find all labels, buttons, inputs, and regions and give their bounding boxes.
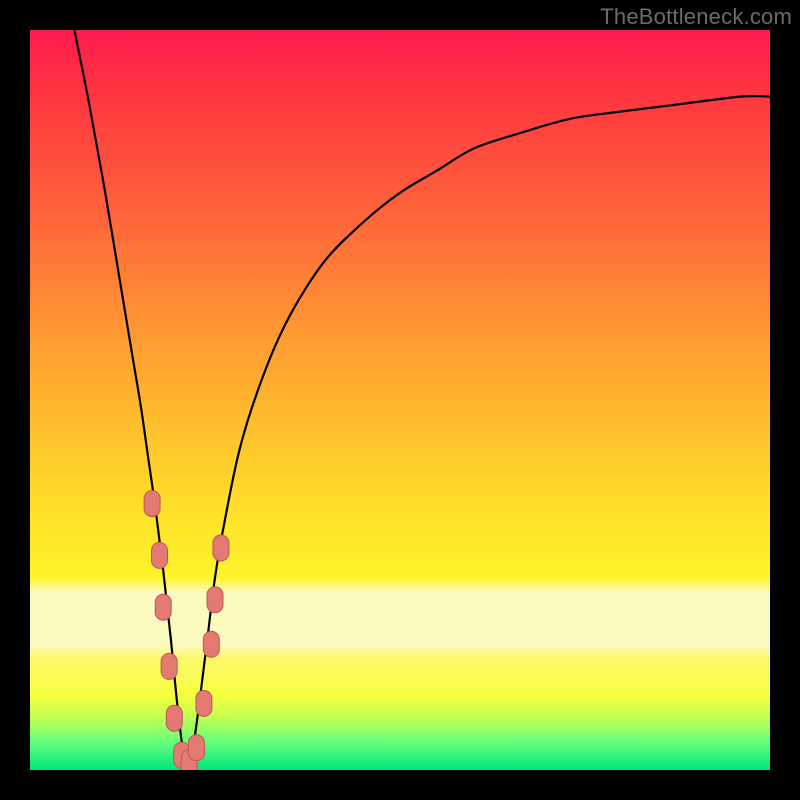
curve-marker [207,587,223,613]
curve-marker [203,631,219,657]
chart-frame: TheBottleneck.com [0,0,800,800]
curve-markers [144,491,229,770]
curve-marker [213,535,229,561]
curve-marker [152,542,168,568]
bottleneck-curve-svg [30,30,770,770]
curve-marker [166,705,182,731]
watermark-text: TheBottleneck.com [600,4,792,30]
curve-marker [144,491,160,517]
curve-marker [161,653,177,679]
curve-marker [189,735,205,761]
bottleneck-curve-path [74,30,770,765]
chart-plot-area [30,30,770,770]
curve-marker [155,594,171,620]
curve-marker [196,690,212,716]
